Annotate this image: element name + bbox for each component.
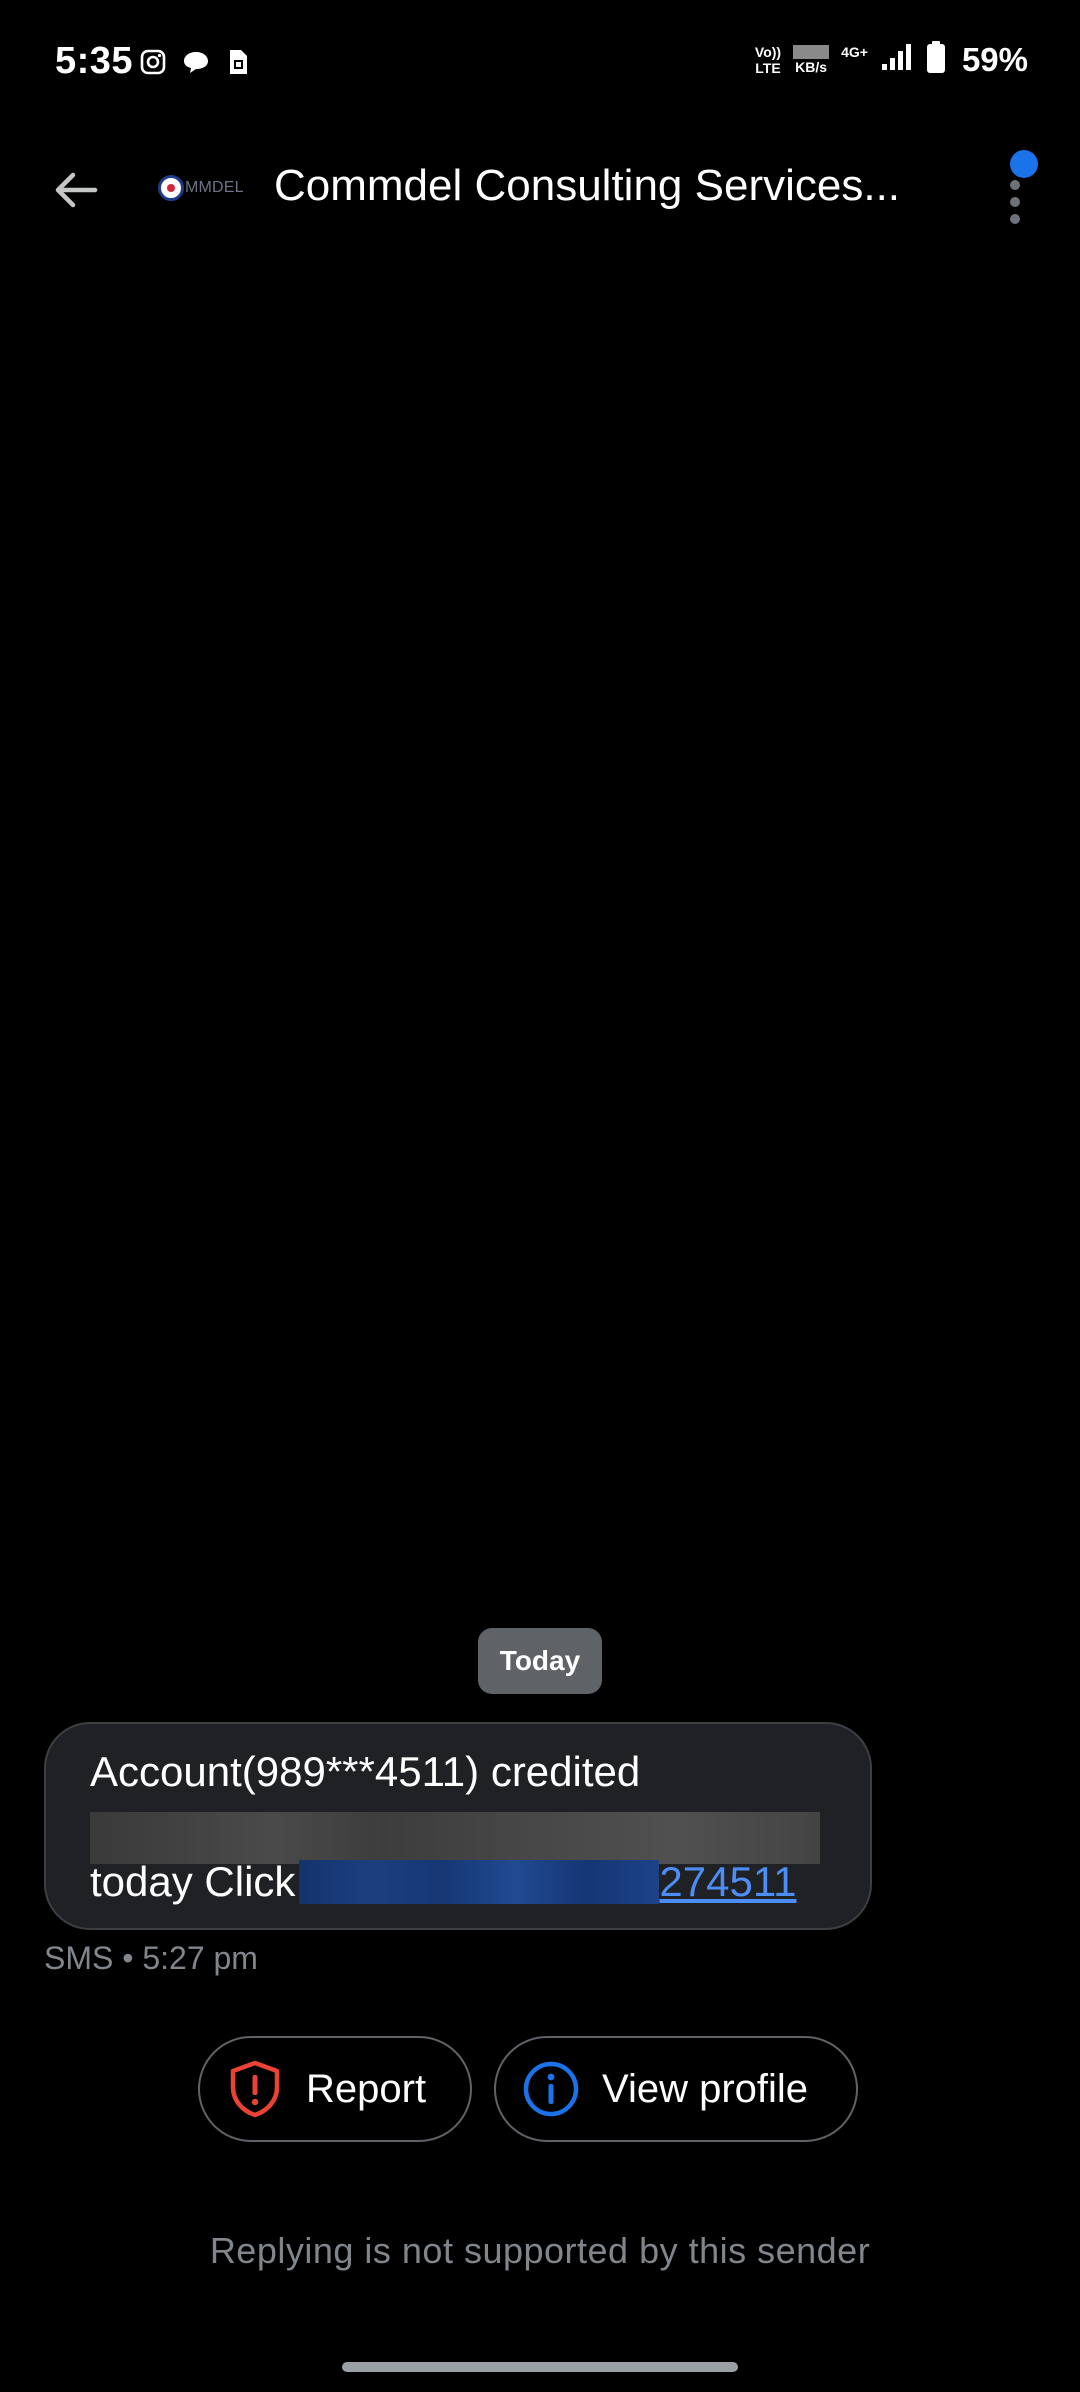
message-bubble[interactable]: Account(989***4511) credited today Click…	[44, 1722, 872, 1930]
network-type: 4G+	[841, 44, 868, 76]
network-speed: KB/s	[793, 44, 830, 75]
more-vert-icon	[1010, 180, 1020, 190]
message-text-line-3: today Click 274511	[90, 1852, 796, 1912]
network-label: 4G+	[841, 43, 868, 60]
volte-bottom: LTE	[755, 59, 781, 76]
message-timestamp: SMS • 5:27 pm	[44, 1940, 258, 1976]
sender-avatar[interactable]: MMDEL	[158, 166, 250, 210]
app-bar: MMDEL Commdel Consulting Services...	[0, 130, 1080, 240]
speed-value-redacted	[793, 44, 830, 59]
sim-card-icon	[226, 48, 250, 76]
message-text-line-1: Account(989***4511) credited	[90, 1748, 641, 1795]
more-vert-dot	[1010, 197, 1020, 207]
more-vert-dot	[1010, 214, 1020, 224]
more-options-button[interactable]	[990, 150, 1060, 230]
date-divider: Today	[478, 1628, 602, 1694]
instagram-icon	[140, 49, 166, 75]
shield-alert-icon	[226, 2060, 284, 2118]
status-time: 5:35	[55, 40, 134, 82]
speed-unit: KB/s	[795, 58, 828, 75]
view-profile-button[interactable]: View profile	[494, 2036, 858, 2142]
battery-icon	[926, 40, 946, 79]
report-label: Report	[306, 2066, 427, 2111]
volte-top: Vo))	[754, 43, 782, 60]
status-bar: 5:35 Vo)) LTE KB/s 4G+ 59%	[0, 0, 1080, 130]
message-text-prefix: today Click	[90, 1858, 296, 1905]
chat-bubble-icon	[182, 49, 210, 75]
notification-icons	[140, 48, 250, 76]
system-indicators: Vo)) LTE KB/s 4G+ 59%	[755, 40, 1028, 79]
arrow-back-icon	[55, 172, 98, 208]
reply-not-supported-notice: Replying is not supported by this sender	[209, 2230, 871, 2271]
logo-text: MMDEL	[185, 179, 244, 196]
back-button[interactable]	[40, 154, 112, 226]
signal-icon	[880, 42, 914, 77]
message-link[interactable]: 274511	[659, 1858, 796, 1906]
info-icon	[522, 2060, 580, 2118]
redacted-link	[299, 1860, 660, 1904]
conversation-title[interactable]: Commdel Consulting Services...	[274, 156, 924, 216]
logo-mark-icon	[158, 175, 184, 201]
volte-indicator: Vo)) LTE	[755, 44, 781, 76]
gesture-navigation-bar[interactable]	[342, 2362, 738, 2372]
battery-percent: 59%	[961, 40, 1028, 78]
view-profile-label: View profile	[602, 2066, 809, 2111]
report-button[interactable]: Report	[198, 2036, 472, 2142]
notification-badge	[1010, 150, 1038, 178]
